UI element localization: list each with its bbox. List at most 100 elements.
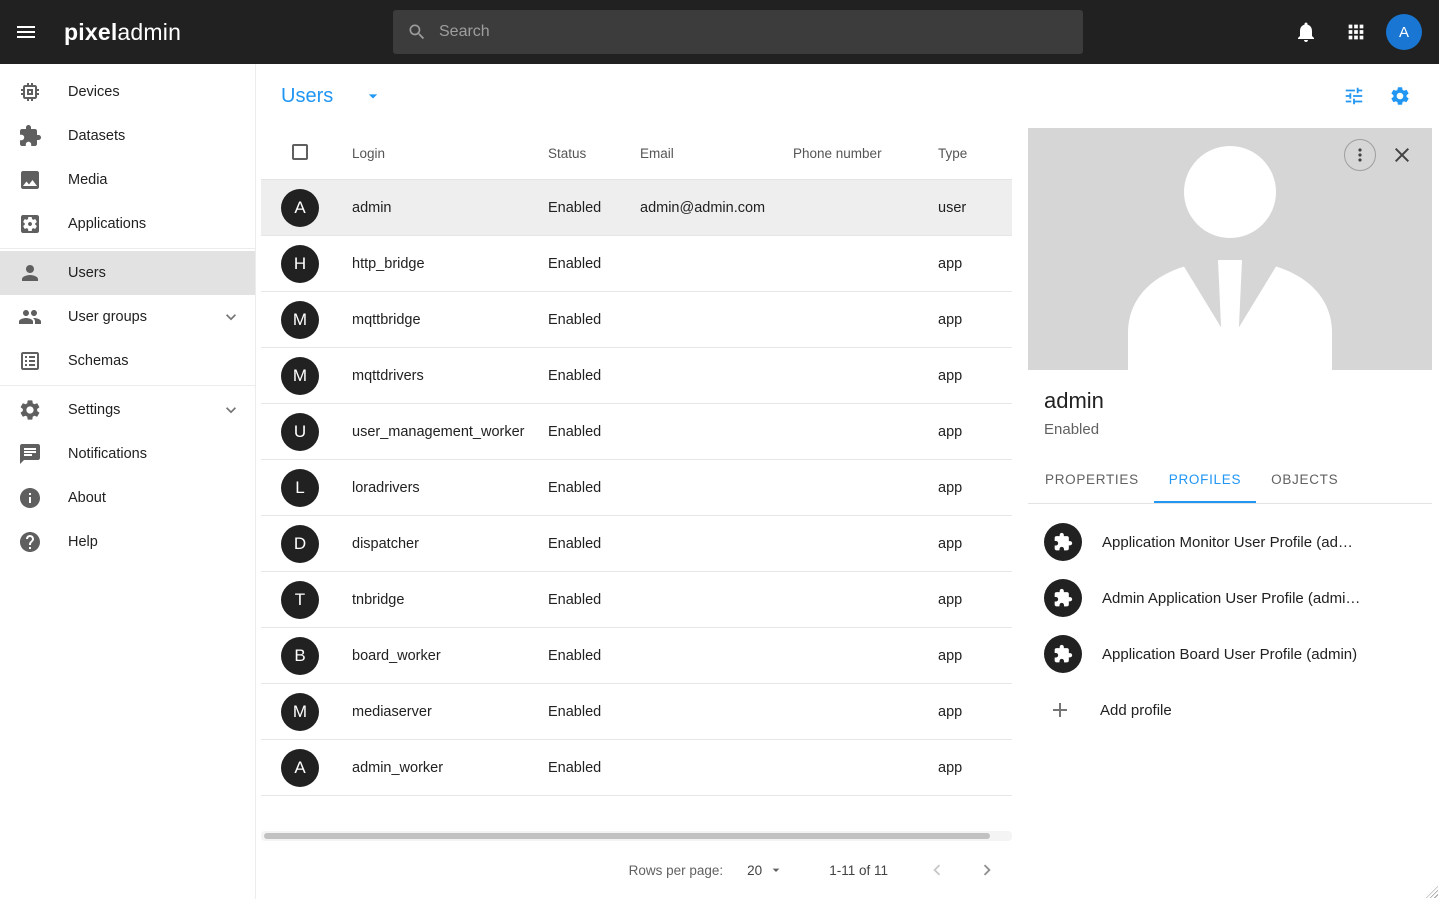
tab-profiles[interactable]: PROFILES (1154, 455, 1256, 503)
filter-tune-icon[interactable] (1343, 85, 1365, 107)
cell-status: Enabled (548, 480, 640, 496)
sidebar-item-notifications[interactable]: Notifications (0, 432, 255, 476)
sidebar-item-label: Help (68, 534, 98, 550)
horizontal-scrollbar[interactable] (261, 831, 1012, 841)
row-avatar: M (281, 693, 319, 731)
chevron-down-icon[interactable] (221, 400, 241, 420)
table-body: A admin Enabled admin@admin.com user H h… (261, 180, 1012, 796)
sidebar-item-label: Settings (68, 402, 120, 418)
cell-type: app (938, 648, 1012, 664)
table-row[interactable]: T tnbridge Enabled app (261, 572, 1012, 628)
sidebar-item-schemas[interactable]: Schemas (0, 339, 255, 383)
sidebar-item-devices[interactable]: Devices (0, 70, 255, 114)
sidebar-item-settings[interactable]: Settings (0, 388, 255, 432)
sidebar-item-label: Devices (68, 84, 120, 100)
brand-light: admin (117, 19, 181, 45)
previous-page-icon[interactable] (926, 859, 948, 881)
sidebar-item-users[interactable]: Users (0, 251, 255, 295)
puzzle-icon (1044, 579, 1082, 617)
profiles-list: Application Monitor User Profile (ad… Ad… (1028, 504, 1432, 682)
brand-bold: pixel (64, 19, 117, 45)
profile-list-item[interactable]: Application Board User Profile (admin) (1028, 626, 1432, 682)
cell-login: mediaserver (352, 704, 548, 720)
select-all-checkbox[interactable] (292, 144, 308, 160)
notifications-bell-icon[interactable] (1294, 20, 1318, 44)
cell-status: Enabled (548, 256, 640, 272)
table-row[interactable]: M mediaserver Enabled app (261, 684, 1012, 740)
search-input[interactable] (437, 22, 1069, 42)
row-avatar: B (281, 637, 319, 675)
detail-status: Enabled (1044, 421, 1416, 438)
profile-label: Application Board User Profile (admin) (1102, 646, 1357, 663)
sidebar-item-label: Schemas (68, 353, 128, 369)
sidebar-item-applications[interactable]: Applications (0, 202, 255, 246)
rows-per-page-value: 20 (747, 863, 762, 878)
settings-gear-icon[interactable] (1389, 85, 1411, 107)
table-row[interactable]: A admin_worker Enabled app (261, 740, 1012, 796)
scrollbar-thumb[interactable] (264, 833, 990, 839)
cell-type: app (938, 480, 1012, 496)
next-page-icon[interactable] (976, 859, 998, 881)
cell-login: dispatcher (352, 536, 548, 552)
sidebar-item-help[interactable]: Help (0, 520, 255, 564)
cell-login: admin (352, 200, 548, 216)
column-header-phone: Phone number (793, 146, 938, 161)
page-title: Users (281, 85, 333, 108)
cell-type: app (938, 704, 1012, 720)
cell-type: app (938, 760, 1012, 776)
chevron-down-icon[interactable] (221, 307, 241, 327)
tab-objects[interactable]: OBJECTS (1256, 455, 1353, 503)
cell-status: Enabled (548, 424, 640, 440)
sidebar-item-about[interactable]: About (0, 476, 255, 520)
table-row[interactable]: U user_management_worker Enabled app (261, 404, 1012, 460)
topbar-actions: A (1294, 0, 1439, 64)
sidebar-item-user-groups[interactable]: User groups (0, 295, 255, 339)
apps-grid-icon[interactable] (1345, 21, 1367, 43)
rows-per-page-select[interactable]: 20 (747, 862, 784, 878)
search-bar[interactable] (393, 10, 1083, 54)
row-avatar: T (281, 581, 319, 619)
cell-type: user (938, 200, 1012, 216)
page-title-dropdown[interactable]: Users (281, 85, 383, 108)
table-row[interactable]: B board_worker Enabled app (261, 628, 1012, 684)
table-row[interactable]: H http_bridge Enabled app (261, 236, 1012, 292)
table-row[interactable]: D dispatcher Enabled app (261, 516, 1012, 572)
puzzle-icon (18, 124, 42, 148)
sidebar-divider (0, 385, 255, 386)
cell-login: http_bridge (352, 256, 548, 272)
table-row[interactable]: L loradrivers Enabled app (261, 460, 1012, 516)
sidebar-item-media[interactable]: Media (0, 158, 255, 202)
profile-list-item[interactable]: Application Monitor User Profile (ad… (1028, 514, 1432, 570)
row-avatar: A (281, 749, 319, 787)
profile-list-item[interactable]: Admin Application User Profile (admi… (1028, 570, 1432, 626)
cell-login: tnbridge (352, 592, 548, 608)
cell-status: Enabled (548, 312, 640, 328)
cell-status: Enabled (548, 760, 640, 776)
sidebar-item-datasets[interactable]: Datasets (0, 114, 255, 158)
cell-status: Enabled (548, 592, 640, 608)
menu-icon[interactable] (2, 8, 50, 56)
puzzle-icon (1044, 635, 1082, 673)
main-header: Users (256, 64, 1439, 128)
cell-login: user_management_worker (352, 424, 548, 440)
table-row[interactable]: M mqttdrivers Enabled app (261, 348, 1012, 404)
table-row[interactable]: M mqttbridge Enabled app (261, 292, 1012, 348)
add-profile-button[interactable]: Add profile (1028, 682, 1432, 738)
plus-icon (1048, 698, 1072, 722)
sidebar-item-label: Datasets (68, 128, 125, 144)
more-options-icon[interactable] (1344, 139, 1376, 171)
user-detail-panel: admin Enabled PROPERTIES PROFILES OBJECT… (1028, 128, 1432, 899)
sidebar-item-label: User groups (68, 309, 147, 325)
pagination-range: 1-11 of 11 (829, 863, 888, 878)
rows-per-page-label: Rows per page: (629, 863, 724, 878)
close-icon[interactable] (1390, 143, 1414, 167)
person-icon (18, 261, 42, 285)
tab-properties[interactable]: PROPERTIES (1030, 455, 1154, 503)
user-avatar[interactable]: A (1386, 14, 1422, 50)
table-row[interactable]: A admin Enabled admin@admin.com user (261, 180, 1012, 236)
image-icon (18, 168, 42, 192)
pagination-bar: Rows per page: 20 1-11 of 11 (261, 841, 1012, 899)
cell-status: Enabled (548, 200, 640, 216)
sidebar: Devices Datasets Media Applications User… (0, 64, 256, 899)
sidebar-item-label: Users (68, 265, 106, 281)
